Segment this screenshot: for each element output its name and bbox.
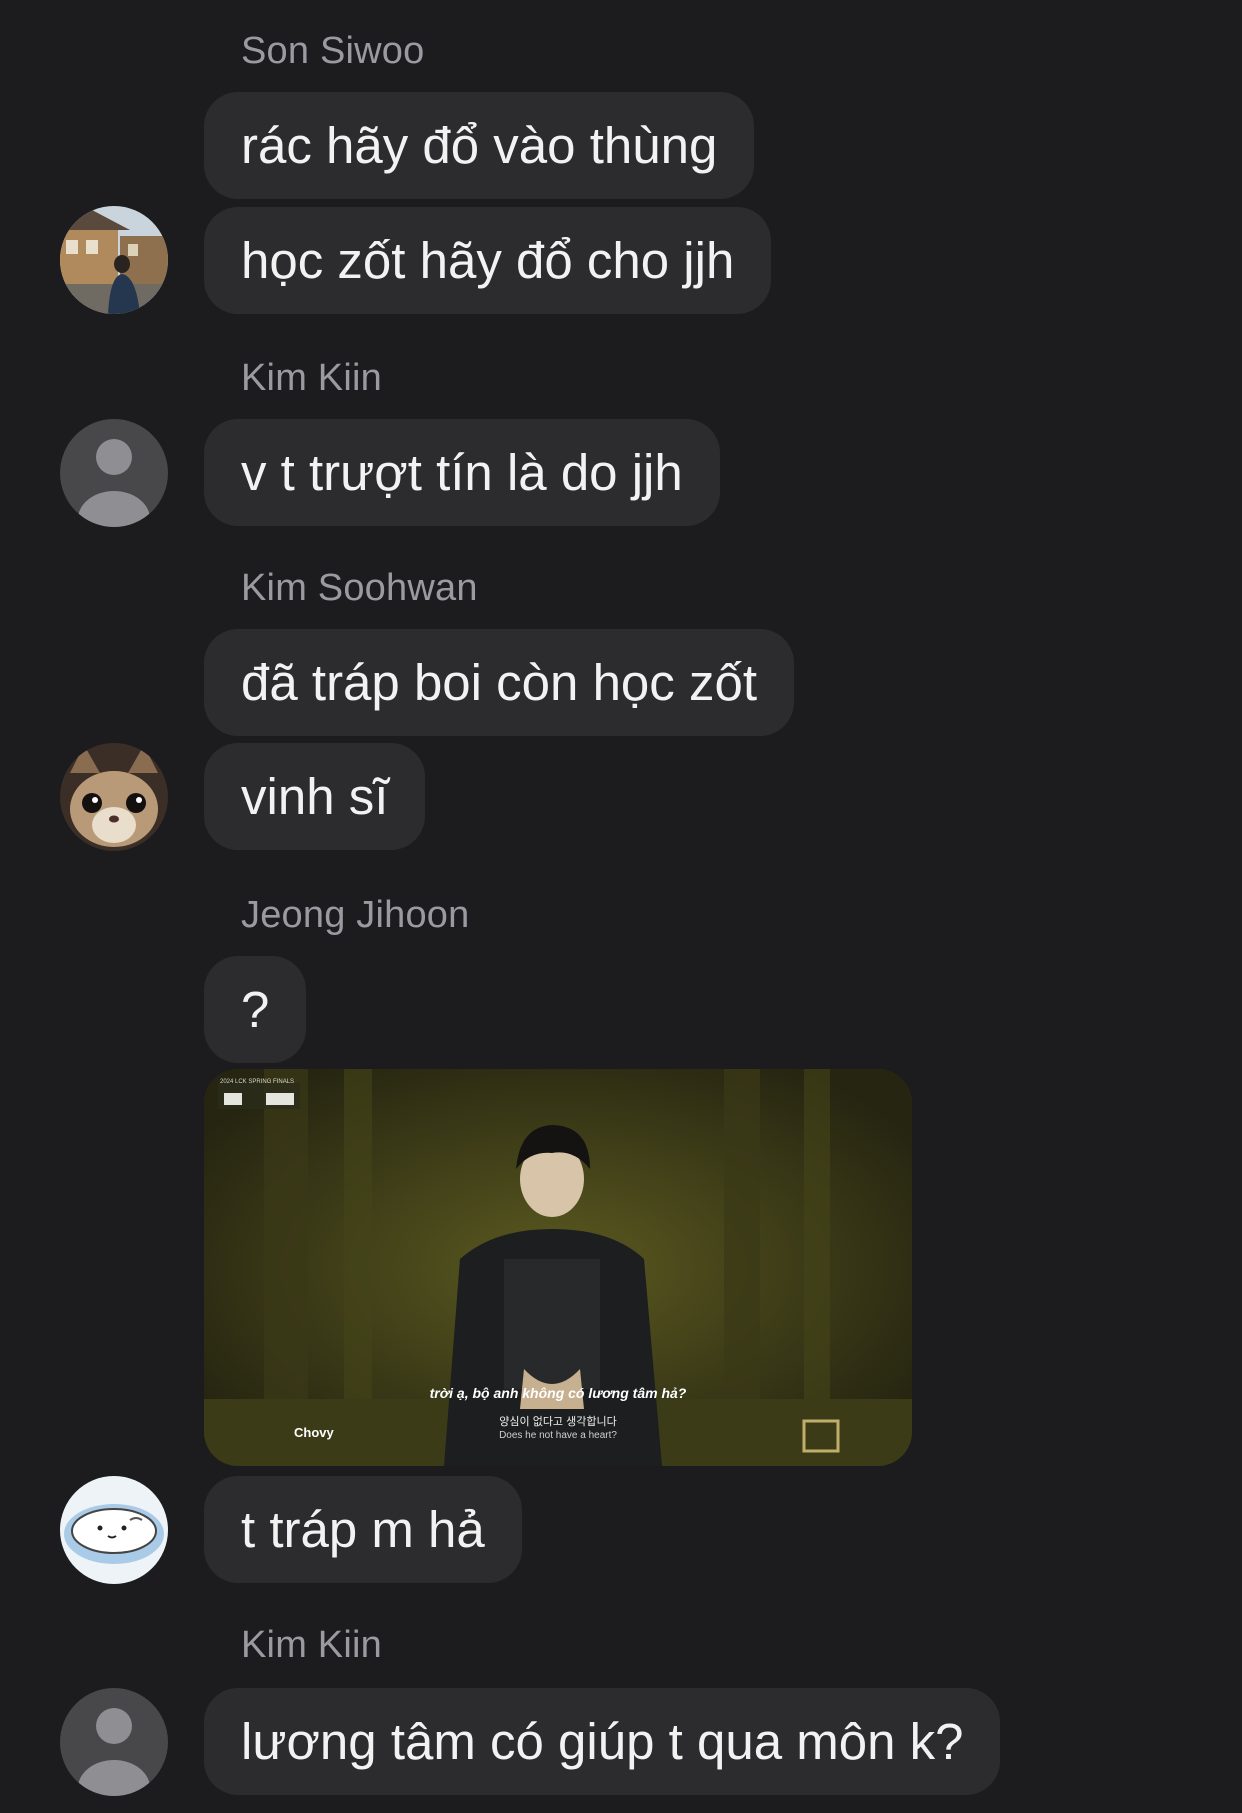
sender-name: Kim Kiin — [241, 357, 382, 399]
avatar-kim-soohwan[interactable] — [60, 743, 168, 851]
message-text: rác hãy đổ vào thùng — [241, 117, 718, 174]
default-user-icon — [60, 1688, 168, 1796]
sender-name: Son Siwoo — [241, 30, 425, 72]
default-user-icon — [60, 419, 168, 527]
avatar-photo — [60, 206, 168, 314]
avatar-son-siwoo[interactable] — [60, 206, 168, 314]
cat-avatar-photo — [60, 743, 168, 851]
message-bubble[interactable]: đã tráp boi còn học zốt — [204, 629, 795, 736]
message-text: v t trượt tín là do jjh — [241, 444, 683, 501]
message-text: lương tâm có giúp t qua môn k? — [241, 1713, 964, 1770]
message-text: ? — [241, 981, 270, 1038]
message-bubble[interactable]: học zốt hãy đổ cho jjh — [204, 207, 772, 314]
media-image — [204, 1069, 912, 1466]
player-name-tag: Chovy — [294, 1425, 334, 1440]
message-text: đã tráp boi còn học zốt — [241, 654, 758, 711]
message-bubble[interactable]: v t trượt tín là do jjh — [204, 419, 720, 526]
sender-name: Kim Kiin — [241, 1624, 382, 1666]
cartoon-avatar — [60, 1476, 168, 1584]
message-text: t tráp m hả — [241, 1501, 485, 1558]
sender-name: Kim Soohwan — [241, 567, 478, 609]
shared-video-screenshot[interactable]: 2024 LCK SPRING FINALS trời ạ, bộ anh kh… — [204, 1069, 912, 1466]
subtitle-vietnamese: trời ạ, bộ anh không có lương tâm hả? — [429, 1385, 687, 1401]
broadcast-tag: 2024 LCK SPRING FINALS — [220, 1079, 295, 1085]
message-bubble[interactable]: ? — [204, 956, 307, 1063]
avatar-default-kim-kiin[interactable] — [60, 1688, 168, 1796]
sender-name: Jeong Jihoon — [241, 894, 470, 936]
message-bubble[interactable]: lương tâm có giúp t qua môn k? — [204, 1688, 1001, 1795]
message-bubble[interactable]: t tráp m hả — [204, 1476, 522, 1583]
message-bubble[interactable]: vinh sĩ — [204, 743, 426, 850]
message-text: vinh sĩ — [241, 768, 389, 825]
message-bubble[interactable]: rác hãy đổ vào thùng — [204, 92, 755, 199]
avatar-default-kim-kiin[interactable] — [60, 419, 168, 527]
avatar-jeong-jihoon[interactable] — [60, 1476, 168, 1584]
message-text: học zốt hãy đổ cho jjh — [241, 232, 735, 289]
